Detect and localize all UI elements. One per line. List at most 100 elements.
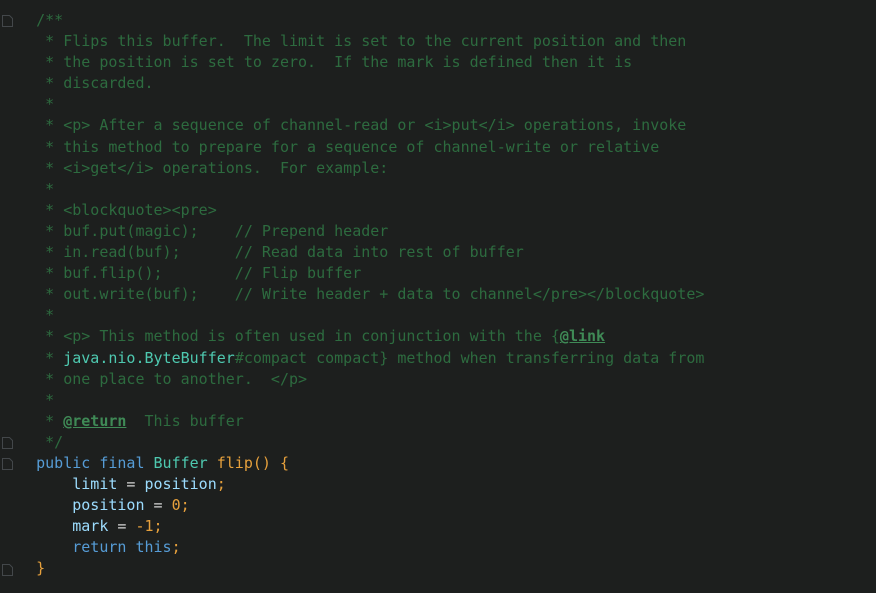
code-line: return this; — [0, 537, 876, 558]
code-line: * <p> This method is often used in conju… — [0, 326, 876, 347]
code-token: return — [72, 538, 127, 557]
code-token: ; — [153, 517, 163, 536]
code-token: Buffer — [153, 453, 208, 472]
code-token: * <blockquote><pre> — [45, 200, 217, 219]
code-line: * out.write(buf); // Write header + data… — [0, 284, 876, 305]
code-token: * — [45, 348, 64, 367]
code-line: * one place to another. </p> — [0, 369, 876, 390]
code-token: * in.read(buf); // Read data into rest o… — [45, 243, 524, 262]
code-token: @link — [559, 327, 606, 346]
code-token: { — [279, 453, 289, 472]
code-token: ; — [216, 475, 226, 494]
code-token: /** — [36, 11, 64, 29]
code-token: * Flips this buffer. The limit is set to… — [45, 32, 687, 51]
code-line: * buf.flip(); // Flip buffer — [0, 263, 876, 284]
code-token: @return — [63, 411, 127, 430]
code-token: #compact compact} method when transferri… — [234, 348, 705, 367]
code-line: public final Buffer flip() { — [0, 453, 876, 474]
code-line: position = 0; — [0, 495, 876, 516]
code-token: } — [36, 559, 46, 578]
code-token: * discarded. — [45, 74, 154, 93]
code-token: * — [45, 306, 55, 325]
code-token: final — [99, 453, 145, 472]
code-line: * — [0, 305, 876, 326]
code-token: limit — [72, 475, 118, 494]
code-token: ; — [180, 496, 190, 515]
code-line: limit = position; — [0, 474, 876, 495]
code-line: * <i>get</i> operations. For example: — [0, 158, 876, 179]
code-token: flip — [216, 453, 253, 472]
code-line: * — [0, 94, 876, 115]
code-line: * in.read(buf); // Read data into rest o… — [0, 242, 876, 263]
code-token: this — [135, 538, 172, 557]
code-token: * <p> This method is often used in conju… — [45, 327, 560, 346]
code-token: * — [45, 179, 55, 198]
code-token: * <i>get</i> operations. For example: — [45, 158, 389, 177]
code-token: * — [45, 95, 55, 114]
code-token: java.nio.ByteBuffer — [63, 348, 235, 367]
code-line: * Flips this buffer. The limit is set to… — [0, 31, 876, 52]
code-line: * — [0, 179, 876, 200]
code-line: * java.nio.ByteBuffer#compact compact} m… — [0, 348, 876, 369]
code-text-area[interactable]: /** * Flips this buffer. The limit is se… — [0, 0, 876, 593]
code-editor[interactable]: /** * Flips this buffer. The limit is se… — [0, 0, 876, 593]
code-line: * <p> After a sequence of channel-read o… — [0, 115, 876, 136]
code-token: mark — [72, 517, 109, 536]
code-token: public — [36, 453, 91, 472]
code-token: */ — [45, 432, 64, 451]
code-token: = — [108, 517, 136, 536]
code-line: */ — [0, 432, 876, 453]
code-token: * this method to prepare for a sequence … — [45, 137, 660, 156]
code-token: 0 — [171, 496, 181, 515]
code-token: * buf.put(magic); // Prepend header — [45, 221, 389, 240]
code-line: * discarded. — [0, 73, 876, 94]
code-token: * — [45, 390, 55, 409]
code-token: * buf.flip(); // Flip buffer — [45, 264, 362, 283]
code-token: = — [117, 475, 145, 494]
code-line: } — [0, 558, 876, 579]
code-token: () — [252, 453, 271, 472]
code-token: position — [72, 496, 145, 515]
code-line: * this method to prepare for a sequence … — [0, 137, 876, 158]
code-token: This buffer — [126, 411, 244, 430]
code-line: mark = -1; — [0, 516, 876, 537]
code-token: * the position is set to zero. If the ma… — [45, 53, 633, 72]
code-token: = — [144, 496, 172, 515]
code-line: * <blockquote><pre> — [0, 200, 876, 221]
code-token: position — [144, 475, 217, 494]
code-token: * one place to another. </p> — [45, 369, 308, 388]
code-token: * out.write(buf); // Write header + data… — [45, 285, 705, 304]
code-line: * @return This buffer — [0, 411, 876, 432]
code-line: * buf.put(magic); // Prepend header — [0, 221, 876, 242]
code-token: -1 — [135, 517, 154, 536]
